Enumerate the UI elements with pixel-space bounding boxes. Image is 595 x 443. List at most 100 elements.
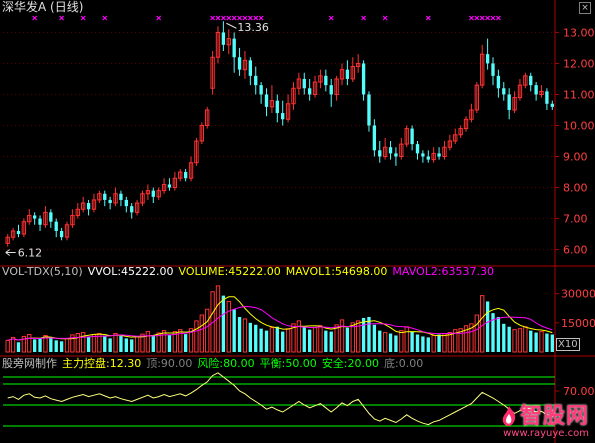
volume-bar-up <box>312 327 318 353</box>
volume-bar-down <box>534 332 538 352</box>
signal-x-marker <box>59 15 65 21</box>
stock-chart: 13.36 6.12 13.00 12.00 11.00 10.00 9.00 8.00 7.… <box>0 0 595 443</box>
indicator-header-item-4: 平衡:50.00 <box>259 357 317 370</box>
volume-bar-down <box>485 301 490 352</box>
candle-body-down <box>264 94 269 107</box>
volume-bar-down <box>496 317 501 352</box>
volume-bar-down <box>49 338 53 352</box>
volume-bar-down <box>307 329 312 352</box>
volume-bar-down <box>38 338 42 352</box>
volume-bar-up <box>194 320 199 353</box>
high-pointer <box>226 22 237 29</box>
candle-body-down <box>529 75 533 86</box>
signal-x-marker <box>226 15 232 21</box>
indicator-header: 股旁网制作 主力控盘:12.30 顶:90.00 风险:80.00 平衡:50.00 安全… <box>2 357 428 371</box>
watermark-url: www.rayuye.com <box>503 428 589 439</box>
volume-bar-up <box>399 330 404 353</box>
volume-bar-down <box>124 338 128 352</box>
volume-bar-down <box>130 339 134 352</box>
candle-body-down <box>550 103 554 107</box>
signal-x-marker <box>425 15 431 21</box>
volume-bar-down <box>103 335 107 352</box>
candle-body-down <box>388 147 393 154</box>
candle-body-down <box>496 75 501 89</box>
signal-x-marker <box>468 15 474 21</box>
volume-bar-down <box>254 324 258 352</box>
volume-bar-down <box>16 342 21 352</box>
volume-bar-up <box>199 314 204 353</box>
candle-body-down <box>394 153 398 157</box>
candlestick-series <box>5 21 554 247</box>
candle-body-down <box>502 88 506 95</box>
volume-bar-up <box>523 326 528 353</box>
price-tick-label: 10.00 <box>563 119 595 132</box>
candle-body-down <box>281 113 285 120</box>
signal-x-marker <box>215 15 221 21</box>
candle-body-down <box>124 199 128 207</box>
signal-x-marker <box>479 15 485 21</box>
volume-bar-down <box>221 295 226 352</box>
candle-body-down <box>86 203 91 210</box>
low-price-label: 6.12 <box>18 246 43 259</box>
indicator-header-item-6: 底:0.00 <box>384 357 424 370</box>
candle-body-down <box>130 206 134 213</box>
price-tick-label: 12.00 <box>563 57 595 70</box>
mavol1-line <box>7 296 553 341</box>
price-tick-label: 6.00 <box>563 244 588 257</box>
volume-bar-down <box>264 330 269 352</box>
signal-x-marker <box>210 15 216 21</box>
volume-bar-down <box>329 331 333 352</box>
signal-x-marker <box>220 15 226 21</box>
volume-bar-up <box>145 331 151 353</box>
candle-body-down <box>324 75 328 86</box>
candle-body-down <box>421 153 425 157</box>
volume-bar-down <box>491 313 495 352</box>
candle-body-down <box>38 218 42 225</box>
volume-bar-up <box>296 320 302 353</box>
volume-unit-badge: X10 <box>556 338 580 351</box>
candle-body-down <box>410 128 414 145</box>
candle-body-down <box>361 63 366 95</box>
volume-bar-down <box>502 323 506 352</box>
candle-body-down <box>232 38 236 58</box>
volume-bar-down <box>345 327 350 352</box>
signal-x-marker <box>495 15 501 21</box>
volume-bar-down <box>232 309 236 352</box>
candle-body-down <box>507 94 511 110</box>
volume-bar-up <box>339 319 345 353</box>
volume-bar-up <box>350 322 355 353</box>
signal-x-marker <box>253 15 259 21</box>
volume-bar-down <box>54 340 58 352</box>
signal-x-marker <box>247 15 253 21</box>
volume-header: VOL-TDX(5,10) VVOL:45222.00 VOLUME:45222.0… <box>2 265 499 279</box>
signal-x-marker <box>328 15 334 21</box>
volume-bar-up <box>91 334 97 353</box>
candle-body-down <box>167 184 172 188</box>
signal-x-marker <box>80 15 86 21</box>
signal-x-marker <box>258 15 264 21</box>
close-x-icon[interactable]: × <box>579 2 591 14</box>
candle-body-down <box>248 60 253 76</box>
volume-bar-down <box>421 336 425 352</box>
volume-bar-up <box>285 328 291 353</box>
candle-body-down <box>329 85 333 95</box>
candle-body-down <box>59 230 64 238</box>
volume-bar-down <box>59 341 64 352</box>
volume-bar-up <box>447 332 453 353</box>
candle-body-down <box>221 32 226 45</box>
signal-x-marker <box>231 15 237 21</box>
volume-bar-down <box>545 333 549 352</box>
volume-bar-down <box>361 317 366 352</box>
volume-bar-down <box>32 339 37 352</box>
volume-bar-down <box>302 326 306 352</box>
volume-bar-up <box>442 333 447 353</box>
volume-bar-down <box>550 334 554 352</box>
candle-body-down <box>307 88 312 95</box>
indicator-lines <box>3 372 555 427</box>
candle-body-down <box>183 172 188 179</box>
signal-x-marker <box>156 15 162 21</box>
volume-bar-up <box>269 327 275 353</box>
price-tick-label: 11.00 <box>563 88 595 101</box>
candle-body-down <box>302 78 306 89</box>
candle-body-down <box>415 144 420 154</box>
